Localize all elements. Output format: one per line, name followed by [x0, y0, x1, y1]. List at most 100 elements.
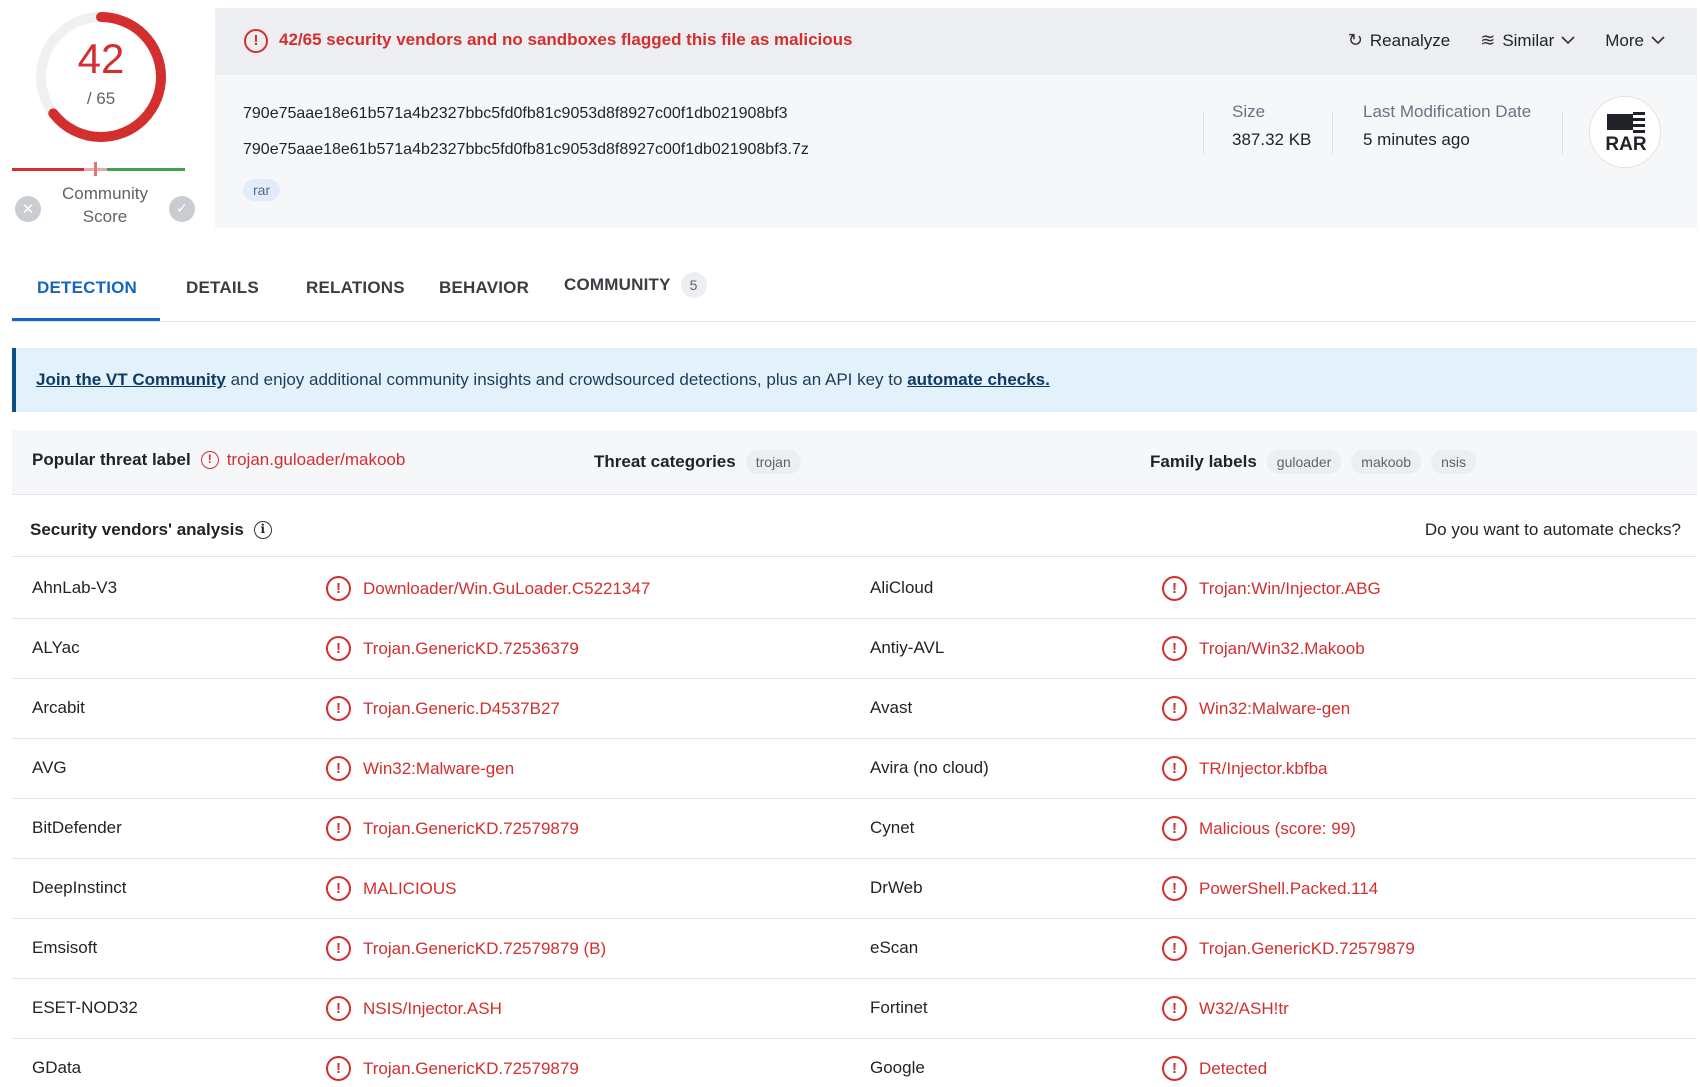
meta-divider [1332, 112, 1333, 154]
detection-name: MALICIOUS [363, 878, 457, 898]
table-row: GData! Trojan.GenericKD.72579879 Google! De… [12, 1039, 1697, 1087]
vendor-result: ! Trojan.Generic.D4537B27 [326, 696, 560, 721]
chevron-down-icon [1651, 36, 1665, 45]
vendor-name: Avast [870, 698, 913, 717]
vendor-result: ! Win32:Malware-gen [326, 756, 514, 781]
meta-divider [1203, 112, 1204, 154]
tab-relations[interactable]: RELATIONS [306, 278, 405, 298]
more-label: More [1605, 30, 1644, 50]
alert-circle-icon: ! [1162, 756, 1187, 781]
join-community-link[interactable]: Join the VT Community [36, 370, 226, 389]
community-count-badge: 5 [680, 272, 707, 298]
family-label-chip[interactable]: makoob [1351, 450, 1422, 474]
alert-circle-icon: ! [1162, 636, 1187, 661]
vendor-name: Antiy-AVL [870, 638, 945, 657]
tab-details[interactable]: DETAILS [186, 278, 259, 298]
vendor-result: ! W32/ASH!tr [1162, 996, 1289, 1021]
file-name: 790e75aae18e61b571a4b2327bbc5fd0fb81c905… [243, 141, 809, 158]
vendor-result: ! Trojan.GenericKD.72579879 (B) [326, 936, 606, 961]
meta-divider [1562, 112, 1563, 154]
vendor-result: ! Malicious (score: 99) [1162, 816, 1356, 841]
last-modification-label: Last Modification Date [1363, 102, 1532, 121]
community-score-bar [12, 162, 185, 176]
vendor-name: DeepInstinct [32, 878, 127, 897]
table-row: ALYac! Trojan.GenericKD.72536379 Antiy-AVL… [12, 619, 1697, 679]
reanalyze-button[interactable]: ↻ Reanalyze [1348, 30, 1450, 51]
detection-score-widget: 42 / 65 ✕ Community Score ✓ [12, 0, 195, 230]
detection-name: Trojan.Generic.D4537B27 [363, 698, 560, 718]
alert-circle-icon: ! [1162, 696, 1187, 721]
community-banner-text: Join the VT Community and enjoy addition… [36, 370, 1050, 390]
family-labels: Family labels guloader makoob nsis [1150, 450, 1476, 474]
vendor-result: ! Trojan.GenericKD.72579879 [326, 816, 579, 841]
similar-button[interactable]: ≋ Similar [1480, 30, 1575, 51]
vendor-name: ESET-NOD32 [32, 998, 138, 1017]
vendor-result: ! Trojan.GenericKD.72536379 [326, 636, 579, 661]
vote-malicious-icon[interactable]: ✕ [15, 196, 41, 222]
popular-threat-value[interactable]: ! trojan.guloader/makoob [200, 450, 405, 470]
family-label-chip[interactable]: nsis [1431, 450, 1476, 474]
alert-circle-icon: ! [1162, 936, 1187, 961]
file-size-value: 387.32 KB [1232, 130, 1312, 149]
engines-total: / 65 [86, 89, 116, 108]
file-summary-card: ! 42/65 security vendors and no sandboxe… [215, 8, 1697, 228]
detection-name: PowerShell.Packed.114 [1199, 878, 1379, 898]
table-row: ESET-NOD32 ! NSIS/Injector.ASH Fortinet ! W32… [12, 979, 1697, 1039]
tab-detection[interactable]: DETECTION [37, 278, 137, 298]
file-hash[interactable]: 790e75aae18e61b571a4b2327bbc5fd0fb81c905… [243, 105, 788, 123]
vendor-name: AliCloud [870, 578, 934, 597]
table-row: AVG! Win32:Malware-gen Avira (no cloud)! TR… [12, 739, 1697, 799]
alert-circle-icon: ! [326, 636, 351, 661]
tab-community-label: COMMUNITY [564, 275, 671, 294]
similar-wave-icon: ≋ [1480, 30, 1496, 51]
similar-label: Similar [1502, 30, 1555, 50]
threat-categories: Threat categories trojan [594, 450, 801, 474]
vendor-result: ! Trojan:Win/Injector.ABG [1162, 576, 1381, 601]
info-icon[interactable]: i [253, 521, 272, 539]
community-banner: Join the VT Community and enjoy addition… [12, 348, 1697, 412]
alert-circle-icon: ! [1162, 1056, 1187, 1081]
tab-community[interactable]: COMMUNITY 5 [564, 272, 707, 298]
detection-name: Win32:Malware-gen [1199, 698, 1351, 718]
chevron-down-icon [1561, 36, 1575, 45]
file-actions: ↻ Reanalyze ≋ Similar More [1348, 30, 1665, 51]
vendor-result: ! Trojan/Win32.Makoob [1162, 636, 1365, 661]
detection-name: Malicious (score: 99) [1199, 818, 1356, 838]
threat-category-chip[interactable]: trojan [745, 450, 801, 474]
vendor-result: ! NSIS/Injector.ASH [326, 996, 502, 1021]
vote-harmless-icon[interactable]: ✓ [169, 196, 195, 222]
archive-icon [1607, 112, 1645, 133]
vendor-name: Emsisoft [32, 938, 98, 957]
vendor-result: ! Downloader/Win.GuLoader.C5221347 [326, 576, 650, 601]
community-score-negative [12, 168, 84, 171]
vendor-name: Fortinet [870, 998, 928, 1017]
alert-circle-icon: ! [1162, 996, 1187, 1021]
detection-name: Trojan.GenericKD.72579879 [1199, 938, 1415, 958]
detection-name: Detected [1199, 1058, 1268, 1078]
alert-circle-icon: ! [1162, 576, 1187, 601]
community-score-positive [107, 168, 185, 171]
automate-checks-link[interactable]: automate checks. [907, 370, 1050, 389]
tab-behavior[interactable]: BEHAVIOR [439, 278, 529, 298]
family-label-chip[interactable]: guloader [1266, 450, 1342, 474]
community-score-label: Community Score [62, 184, 148, 226]
vendor-name: Cynet [870, 818, 915, 837]
more-button[interactable]: More [1605, 30, 1665, 51]
alert-circle-icon: ! [326, 576, 351, 601]
file-tag[interactable]: rar [243, 179, 281, 201]
detection-name: Trojan.GenericKD.72536379 [363, 638, 579, 658]
vendors-analysis-title-text: Security vendors' analysis [30, 520, 244, 539]
vendor-name: DrWeb [870, 878, 923, 897]
table-row: BitDefender! Trojan.GenericKD.72579879 Cyn… [12, 799, 1697, 859]
vendor-name: Arcabit [32, 698, 85, 717]
detection-name: Trojan/Win32.Makoob [1199, 638, 1365, 658]
detection-name: Win32:Malware-gen [363, 758, 515, 778]
last-modification: Last Modification Date 5 minutes ago [1363, 102, 1531, 150]
vendor-name: Avira (no cloud) [870, 758, 989, 777]
vendor-name: ALYac [32, 638, 80, 657]
vendor-name: eScan [870, 938, 919, 957]
file-type-badge: RAR [1589, 96, 1661, 168]
automate-checks-prompt[interactable]: Do you want to automate checks? [1425, 520, 1681, 540]
detection-name: Trojan.GenericKD.72579879 [363, 1058, 579, 1078]
table-row: AhnLab-V3! Downloader/Win.GuLoader.C52213… [12, 559, 1697, 619]
